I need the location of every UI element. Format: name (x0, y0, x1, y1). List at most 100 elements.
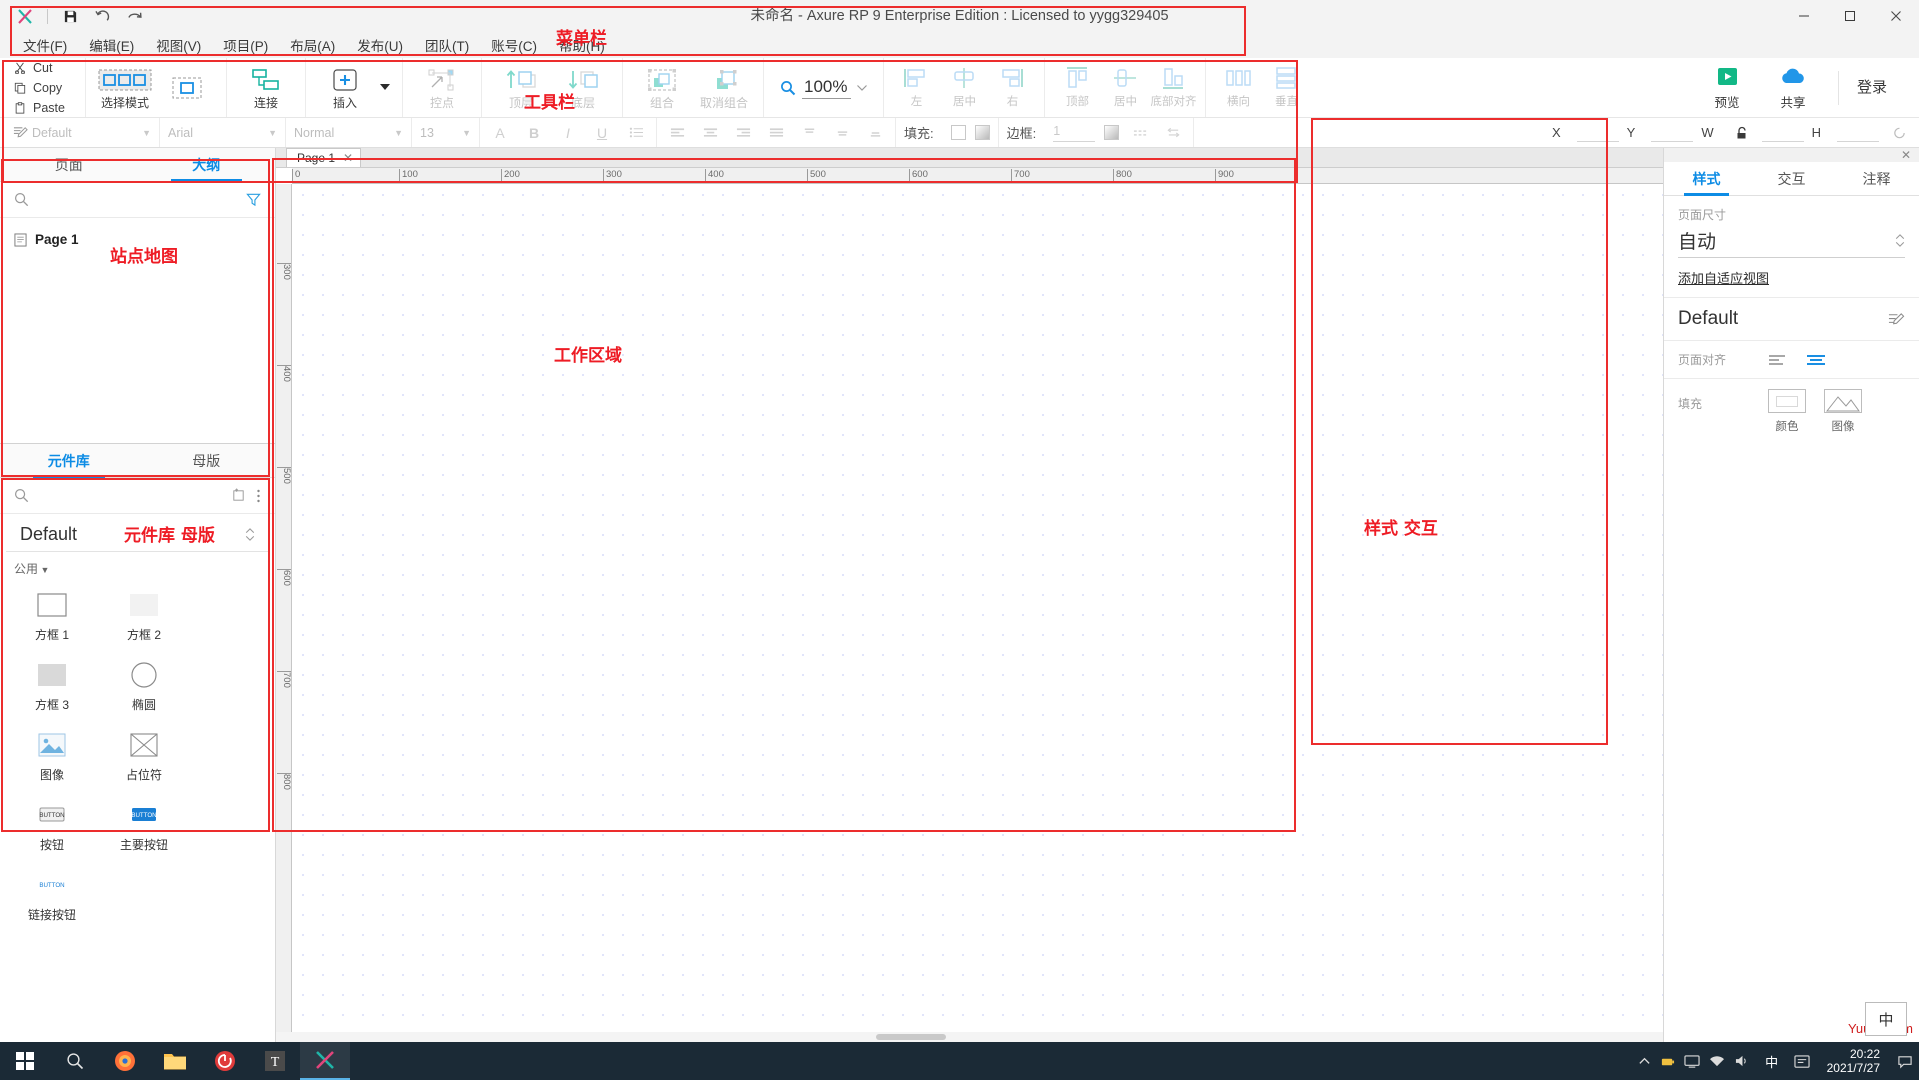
design-canvas[interactable] (292, 184, 1663, 1032)
zoom-value[interactable]: 100% (802, 77, 852, 99)
border-width-input[interactable]: 1 (1053, 124, 1096, 142)
search-icon[interactable] (14, 192, 29, 207)
widget-item[interactable]: 占位符 (98, 723, 190, 793)
tray-network-icon[interactable] (1709, 1054, 1725, 1068)
widget-item[interactable]: 方框 1 (6, 583, 98, 653)
typora-icon[interactable]: T (250, 1042, 300, 1080)
tab-pages[interactable]: 页面 (0, 148, 138, 181)
ime-indicator[interactable]: 中 (1759, 1049, 1785, 1073)
copy-button[interactable]: Copy (14, 78, 62, 97)
insert-dropdown-caret[interactable] (376, 61, 394, 115)
tray-battery-notice-icon[interactable] (1660, 1054, 1675, 1069)
menu-edit[interactable]: 编辑(E) (78, 32, 145, 58)
distribute-vertical-button[interactable]: 垂直 (1262, 61, 1310, 115)
preview-button[interactable]: 预览 (1696, 60, 1758, 116)
library-options-icon[interactable] (256, 488, 261, 504)
ime-floating-popup[interactable]: 中 (1865, 1002, 1907, 1036)
distribute-horizontal-button[interactable]: 横向 (1214, 61, 1262, 115)
menu-file[interactable]: 文件(F) (12, 32, 78, 58)
widget-item[interactable]: 方框 3 (6, 653, 98, 723)
align-right-button[interactable]: 右 (988, 61, 1036, 115)
x-input[interactable] (1576, 124, 1619, 142)
widget-item[interactable]: BUTTON 主要按钮 (98, 793, 190, 863)
bring-front-button[interactable]: 顶层 (490, 61, 552, 115)
align-bottom-button[interactable]: 底部对齐 (1149, 61, 1197, 115)
add-library-icon[interactable] (231, 488, 246, 503)
axure-taskbar-icon[interactable] (300, 1042, 350, 1080)
right-panel-close[interactable]: ✕ (1664, 148, 1919, 162)
library-group-header[interactable]: 公用 ▼ (0, 552, 275, 579)
widget-item[interactable]: 椭圆 (98, 653, 190, 723)
page-align-center-icon[interactable] (1806, 353, 1826, 367)
border-style-icon[interactable] (1128, 122, 1152, 144)
menu-help[interactable]: 帮助(H) (548, 32, 616, 58)
firefox-icon[interactable] (100, 1042, 150, 1080)
stepper-icon[interactable] (245, 526, 255, 543)
style-name-row[interactable]: Default (1678, 308, 1905, 330)
text-align-justify-icon[interactable] (764, 122, 788, 144)
taskbar-search-icon[interactable] (50, 1042, 100, 1080)
close-button[interactable] (1873, 0, 1919, 32)
tab-libraries[interactable]: 元件库 (0, 444, 138, 478)
font-select[interactable]: Arial ▼ (168, 122, 277, 144)
menu-team[interactable]: 团队(T) (414, 32, 480, 58)
redo-icon[interactable] (119, 3, 149, 29)
rotate-icon[interactable] (1887, 122, 1911, 144)
widget-item[interactable]: BUTTON 链接按钮 (6, 863, 98, 933)
border-color-swatch[interactable] (1104, 125, 1120, 140)
menu-project[interactable]: 项目(P) (212, 32, 279, 58)
tree-item-page1[interactable]: Page 1 (14, 232, 275, 247)
minimize-button[interactable] (1781, 0, 1827, 32)
tray-screen-icon[interactable] (1684, 1054, 1700, 1069)
arrow-style-icon[interactable] (1161, 122, 1185, 144)
style-select[interactable]: Default ▼ (32, 122, 151, 144)
fill-color-option[interactable]: 颜色 (1768, 389, 1806, 434)
explorer-icon[interactable] (150, 1042, 200, 1080)
w-input[interactable] (1761, 124, 1804, 142)
start-button[interactable] (0, 1042, 50, 1080)
search-icon[interactable] (14, 488, 29, 503)
paste-button[interactable]: Paste (14, 98, 65, 117)
text-align-left-icon[interactable] (665, 122, 689, 144)
tab-outline[interactable]: 大纲 (138, 148, 276, 182)
vertical-align-middle-icon[interactable] (830, 122, 854, 144)
tray-expand-icon[interactable] (1638, 1055, 1651, 1068)
bullet-list-icon[interactable] (624, 122, 648, 144)
filter-icon[interactable] (246, 192, 261, 207)
group-button[interactable]: 组合 (631, 61, 693, 115)
page-size-select[interactable]: 自动 (1678, 227, 1905, 258)
align-top-button[interactable]: 顶部 (1053, 61, 1101, 115)
notification-icon[interactable] (1897, 1054, 1913, 1069)
menu-view[interactable]: 视图(V) (145, 32, 212, 58)
edit-style-icon[interactable] (1888, 311, 1905, 328)
tab-style[interactable]: 样式 (1664, 162, 1749, 196)
fill-gradient-swatch[interactable] (974, 125, 990, 140)
recorder-icon[interactable] (200, 1042, 250, 1080)
library-select[interactable]: Default (6, 514, 269, 552)
page-align-left-icon[interactable] (1768, 353, 1788, 367)
maximize-button[interactable] (1827, 0, 1873, 32)
tab-masters[interactable]: 母版 (138, 444, 276, 477)
style-select-group[interactable]: Default ▼ (0, 118, 160, 147)
menu-account[interactable]: 账号(C) (480, 32, 548, 58)
vertical-align-bottom-icon[interactable] (863, 122, 887, 144)
cut-button[interactable]: Cut (14, 58, 52, 77)
align-center-button[interactable]: 居中 (940, 61, 988, 115)
align-middle-button[interactable]: 居中 (1101, 61, 1149, 115)
y-input[interactable] (1651, 124, 1694, 142)
weight-select[interactable]: Normal ▼ (294, 122, 403, 144)
fill-image-option[interactable]: 图像 (1824, 389, 1862, 434)
text-align-right-icon[interactable] (731, 122, 755, 144)
text-align-center-icon[interactable] (698, 122, 722, 144)
control-point-button[interactable]: 控点 (411, 61, 473, 115)
bold-icon[interactable]: B (522, 122, 546, 144)
taskbar-clock[interactable]: 20:22 2021/7/27 (1819, 1047, 1888, 1075)
close-icon[interactable]: ✕ (343, 151, 353, 165)
pages-search-input[interactable] (39, 192, 236, 207)
font-color-icon[interactable]: A (488, 122, 512, 144)
vertical-align-top-icon[interactable] (797, 122, 821, 144)
italic-icon[interactable]: I (556, 122, 580, 144)
save-icon[interactable] (55, 3, 85, 29)
select-mode-button[interactable]: 选择模式 (94, 61, 156, 115)
connect-button[interactable]: 连接 (235, 61, 297, 115)
